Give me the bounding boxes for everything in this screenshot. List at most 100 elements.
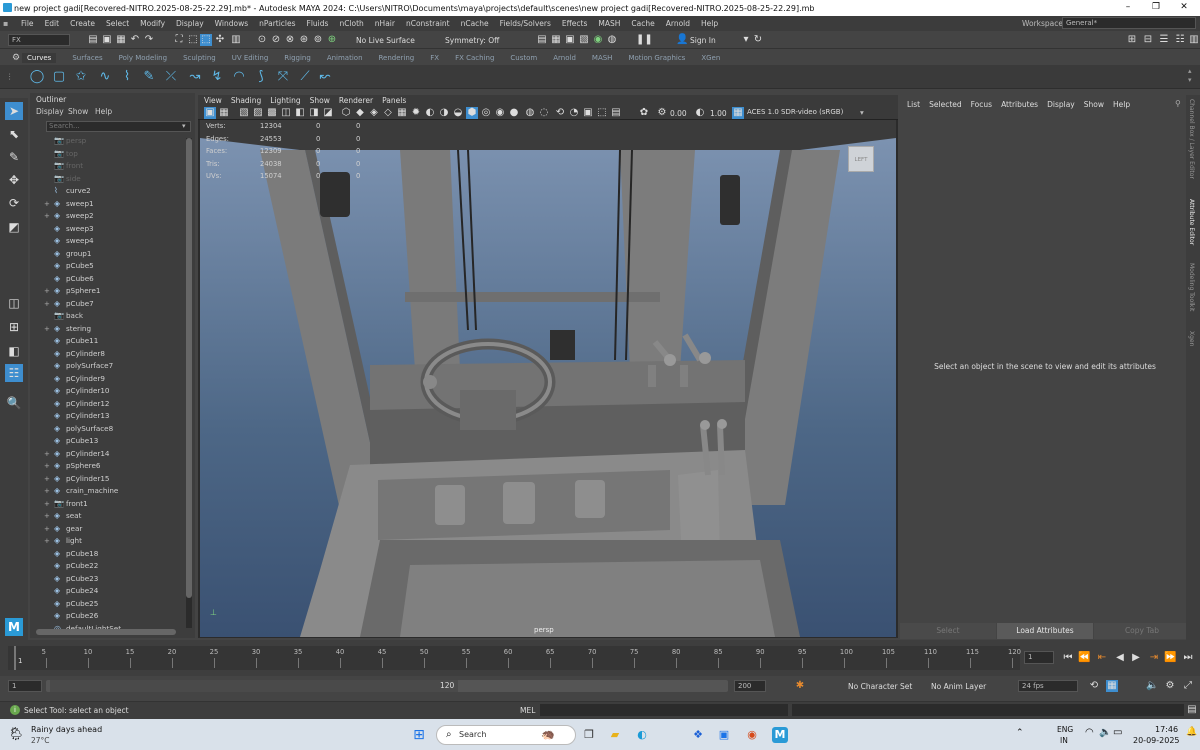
outliner-item[interactable]: + ◈ light: [44, 535, 204, 547]
shelf-tab-rendering[interactable]: Rendering: [379, 54, 415, 62]
star-icon[interactable]: ✩: [73, 69, 89, 85]
windows-start-icon[interactable]: ⊞: [411, 727, 427, 743]
camera-attr-icon[interactable]: ▦: [218, 107, 230, 119]
anim-end-field[interactable]: 200: [734, 680, 766, 692]
viewport-menu-show[interactable]: Show: [310, 96, 330, 105]
sign-in-dropdown-icon[interactable]: ▾: [740, 34, 752, 46]
anim-start-field[interactable]: 1: [8, 680, 42, 692]
tray-chevron-icon[interactable]: ⌃: [1016, 728, 1024, 738]
viewport-menu-shading[interactable]: Shading: [231, 96, 261, 105]
scale-tool-icon[interactable]: ◩: [5, 218, 23, 236]
store-icon[interactable]: ▣: [716, 727, 732, 743]
menu-arnold[interactable]: Arnold: [666, 19, 690, 28]
outliner-item[interactable]: ◈ pCube13: [44, 435, 204, 447]
ao-icon[interactable]: ◑: [438, 107, 450, 119]
sync-icon[interactable]: ⟲: [554, 107, 566, 119]
view-cube[interactable]: LEFT: [848, 146, 874, 172]
anim-layer-label[interactable]: No Anim Layer: [931, 682, 986, 691]
ae-menu-help[interactable]: Help: [1113, 100, 1130, 109]
ae-menu-show[interactable]: Show: [1084, 100, 1104, 109]
outliner-item[interactable]: ◈ pCube23: [44, 573, 204, 585]
shelf-tab-surfaces[interactable]: Surfaces: [72, 54, 102, 62]
gamma-icon[interactable]: ◐: [694, 107, 706, 119]
expand-toggle-icon[interactable]: +: [44, 210, 54, 222]
viewport-menu-panels[interactable]: Panels: [382, 96, 406, 105]
arnold-render-icon[interactable]: ◍: [606, 34, 618, 46]
outliner-item[interactable]: 📷 side: [44, 173, 204, 185]
outliner-item[interactable]: ◈ pCylinder12: [44, 398, 204, 410]
bookmark-icon[interactable]: ▧: [238, 107, 250, 119]
live-surface-label[interactable]: No Live Surface: [356, 36, 415, 45]
new-scene-icon[interactable]: ▤: [87, 34, 99, 46]
goto-end-icon[interactable]: ⏭: [1182, 652, 1194, 664]
grid2-icon[interactable]: ▣: [582, 107, 594, 119]
snap-curve-icon[interactable]: ⊙: [256, 34, 268, 46]
textured-icon[interactable]: ◈: [368, 107, 380, 119]
menu-windows[interactable]: Windows: [215, 19, 248, 28]
shelf-tab-poly-modeling[interactable]: Poly Modeling: [119, 54, 167, 62]
outliner-item[interactable]: ◈ pCube5: [44, 260, 204, 272]
workspace-select[interactable]: General*: [1062, 17, 1196, 29]
single-view-icon[interactable]: ◫: [5, 294, 23, 312]
loft-icon[interactable]: ◠: [231, 69, 247, 85]
character-set-label[interactable]: No Character Set: [848, 682, 912, 691]
taskbar-search[interactable]: ⌕ Search 🦔: [436, 725, 576, 745]
expand-icon[interactable]: ⤢: [1182, 680, 1194, 692]
ae-menu-display[interactable]: Display: [1047, 100, 1075, 109]
undo-icon[interactable]: ↶: [129, 34, 141, 46]
viewport-menu-renderer[interactable]: Renderer: [339, 96, 373, 105]
snap-surface-icon[interactable]: ⊛: [298, 34, 310, 46]
menu-modify[interactable]: Modify: [140, 19, 165, 28]
expand-toggle-icon[interactable]: +: [44, 473, 54, 485]
tab-xgen[interactable]: Xgen: [1188, 331, 1195, 346]
outliner-item[interactable]: 📷 persp: [44, 135, 204, 147]
outliner-item[interactable]: ◈ pCube18: [44, 548, 204, 560]
menu-display[interactable]: Display: [176, 19, 204, 28]
volume-icon[interactable]: 🔈: [1099, 727, 1111, 738]
sound-icon[interactable]: 🔈: [1146, 680, 1158, 692]
aa-icon[interactable]: ⬢: [466, 107, 478, 119]
current-frame-field[interactable]: 1: [1024, 651, 1054, 664]
ae-menu-selected[interactable]: Selected: [929, 100, 962, 109]
step-back-key-icon[interactable]: ⇤: [1096, 652, 1108, 664]
outliner-item[interactable]: ◈ pCylinder8: [44, 348, 204, 360]
search-dropdown-icon[interactable]: ▾: [182, 122, 186, 130]
outliner-item[interactable]: ◈ polySurface7: [44, 360, 204, 372]
curve-tool2-icon[interactable]: ⟋: [297, 69, 313, 85]
expand-toggle-icon[interactable]: +: [44, 285, 54, 297]
shelf-tab-custom[interactable]: Custom: [510, 54, 537, 62]
lock-selection-icon[interactable]: ✣: [214, 34, 226, 46]
wireframe-on-shaded-icon[interactable]: ◇: [382, 107, 394, 119]
outliner-hscroll[interactable]: [36, 629, 176, 635]
outliner-item[interactable]: + ◈ stering: [44, 323, 204, 335]
lights-icon[interactable]: ✹: [410, 107, 422, 119]
menu-cache[interactable]: Cache: [631, 19, 654, 28]
two-view-icon[interactable]: ◧: [5, 342, 23, 360]
outliner-item[interactable]: ◈ sweep3: [44, 223, 204, 235]
menu-create[interactable]: Create: [70, 19, 95, 28]
snap-live-icon[interactable]: ⊕: [326, 34, 338, 46]
select-component-icon[interactable]: ⬚: [200, 34, 212, 46]
colorspace-dropdown-icon[interactable]: ▾: [860, 108, 864, 117]
menu-edit[interactable]: Edit: [45, 19, 60, 28]
channel-box-icon[interactable]: ☰: [1158, 34, 1170, 46]
shelf-tab-arnold[interactable]: Arnold: [553, 54, 576, 62]
gamma-value[interactable]: 1.00: [710, 109, 727, 118]
expand-toggle-icon[interactable]: +: [44, 523, 54, 535]
outliner-item[interactable]: + ◈ pCylinder15: [44, 473, 204, 485]
shelf-handle-icon[interactable]: ⋮: [6, 72, 14, 81]
timeline-playhead[interactable]: [14, 646, 16, 670]
film-gate-icon[interactable]: ◫: [280, 107, 292, 119]
expand-toggle-icon[interactable]: +: [44, 323, 54, 335]
select-object-icon[interactable]: ⬚: [187, 34, 199, 46]
layout-icon[interactable]: ⊞: [1126, 34, 1138, 46]
outliner-item[interactable]: + ◈ sweep1: [44, 198, 204, 210]
close-button[interactable]: ✕: [1170, 0, 1198, 16]
outliner-menu-display[interactable]: Display: [36, 107, 64, 116]
select-tool-icon[interactable]: ➤: [5, 102, 23, 120]
clock-date[interactable]: 20-09-2025: [1133, 736, 1180, 745]
outliner-item[interactable]: + ◈ sweep2: [44, 210, 204, 222]
expand-toggle-icon[interactable]: +: [44, 198, 54, 210]
dof-icon[interactable]: ◎: [480, 107, 492, 119]
bezier-icon[interactable]: ⤫: [163, 69, 179, 85]
